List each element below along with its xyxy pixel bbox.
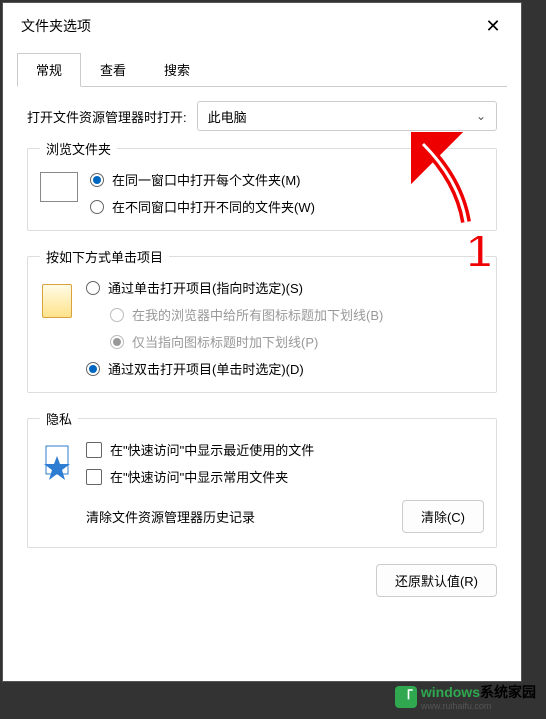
titlebar: 文件夹选项 ✕ — [3, 3, 521, 45]
browse-same-window-label: 在同一窗口中打开每个文件夹(M) — [112, 170, 301, 189]
tab-search[interactable]: 搜索 — [145, 53, 209, 86]
watermark-brand: windows — [421, 684, 480, 700]
watermark: 「 windows系统家园 www.ruihaifu.com — [395, 682, 536, 711]
privacy-group: 隐私 在"快速访问"中显示最近使用的文件 在"快速访问"中显示常用文件 — [27, 409, 497, 548]
folder-options-dialog: 文件夹选项 ✕ 常规 查看 搜索 打开文件资源管理器时打开: 此电脑 ⌄ 浏览文… — [2, 2, 522, 682]
privacy-legend: 隐私 — [40, 409, 78, 428]
open-explorer-row: 打开文件资源管理器时打开: 此电脑 ⌄ — [27, 101, 497, 131]
radio-icon — [86, 281, 100, 295]
browse-folders-legend: 浏览文件夹 — [40, 139, 117, 158]
browse-diff-window-radio[interactable]: 在不同窗口中打开不同的文件夹(W) — [90, 197, 484, 216]
radio-icon — [90, 173, 104, 187]
watermark-suffix: 系统家园 — [480, 684, 536, 700]
radio-icon — [86, 362, 100, 376]
show-recent-files-label: 在"快速访问"中显示最近使用的文件 — [110, 440, 314, 459]
dialog-title: 文件夹选项 — [21, 16, 91, 36]
close-icon[interactable]: ✕ — [479, 12, 507, 40]
tab-view[interactable]: 查看 — [81, 53, 145, 86]
tab-content: 打开文件资源管理器时打开: 此电脑 ⌄ 浏览文件夹 在同一窗口中打开每个文件夹(… — [3, 87, 521, 611]
radio-icon — [110, 335, 124, 349]
watermark-logo-icon: 「 — [395, 686, 417, 708]
checkbox-icon — [86, 469, 102, 485]
clear-history-label: 清除文件资源管理器历史记录 — [86, 507, 402, 526]
restore-defaults-button[interactable]: 还原默认值(R) — [376, 564, 497, 597]
browse-same-window-radio[interactable]: 在同一窗口中打开每个文件夹(M) — [90, 170, 484, 189]
single-click-label: 通过单击打开项目(指向时选定)(S) — [108, 278, 303, 297]
underline-hover-radio: 仅当指向图标标题时加下划线(P) — [110, 332, 484, 351]
show-frequent-folders-check[interactable]: 在"快速访问"中显示常用文件夹 — [86, 467, 484, 486]
underline-all-radio: 在我的浏览器中给所有图标标题加下划线(B) — [110, 305, 484, 324]
open-explorer-select[interactable]: 此电脑 ⌄ — [197, 101, 497, 131]
open-explorer-label: 打开文件资源管理器时打开: — [27, 107, 187, 126]
chevron-down-icon: ⌄ — [476, 109, 486, 123]
open-explorer-value: 此电脑 — [208, 107, 247, 126]
radio-icon — [90, 200, 104, 214]
clear-button[interactable]: 清除(C) — [402, 500, 484, 533]
show-frequent-folders-label: 在"快速访问"中显示常用文件夹 — [110, 467, 288, 486]
single-click-radio[interactable]: 通过单击打开项目(指向时选定)(S) — [86, 278, 484, 297]
watermark-url: www.ruihaifu.com — [421, 702, 536, 711]
double-click-radio[interactable]: 通过双击打开项目(单击时选定)(D) — [86, 359, 484, 378]
underline-all-label: 在我的浏览器中给所有图标标题加下划线(B) — [132, 305, 383, 324]
browse-diff-window-label: 在不同窗口中打开不同的文件夹(W) — [112, 197, 315, 216]
underline-hover-label: 仅当指向图标标题时加下划线(P) — [132, 332, 318, 351]
click-items-legend: 按如下方式单击项目 — [40, 247, 169, 266]
show-recent-files-check[interactable]: 在"快速访问"中显示最近使用的文件 — [86, 440, 484, 459]
radio-icon — [110, 308, 124, 322]
browse-folders-group: 浏览文件夹 在同一窗口中打开每个文件夹(M) 在不同窗口中打开不同的文件夹(W) — [27, 139, 497, 231]
window-icon — [40, 172, 78, 202]
checkbox-icon — [86, 442, 102, 458]
folder-cursor-icon — [40, 280, 74, 320]
double-click-label: 通过双击打开项目(单击时选定)(D) — [108, 359, 304, 378]
tab-strip: 常规 查看 搜索 — [17, 53, 507, 87]
click-items-group: 按如下方式单击项目 通过单击打开项目(指向时选定)(S) 在我的浏览器中给所有图… — [27, 247, 497, 393]
quick-access-icon — [40, 442, 74, 482]
tab-general[interactable]: 常规 — [17, 53, 81, 87]
